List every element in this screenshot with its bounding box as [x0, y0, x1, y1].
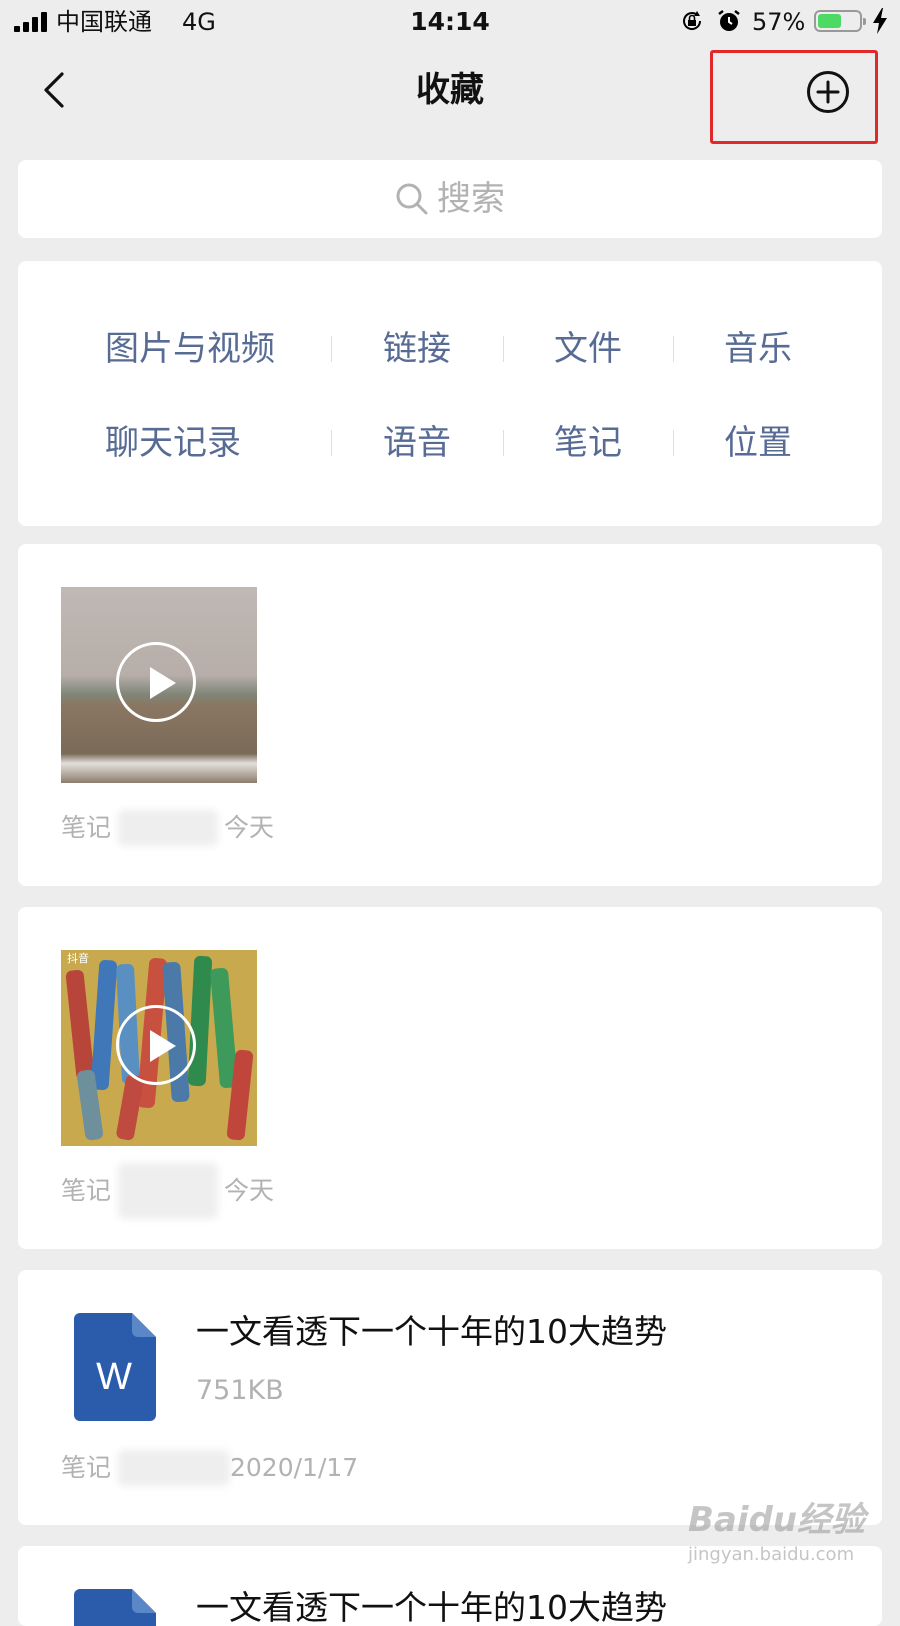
divider [673, 430, 674, 456]
item-date: 今天 [224, 813, 275, 842]
category-voice[interactable]: 语音 [383, 421, 451, 465]
favorite-item[interactable]: 抖音 笔记 今天 [18, 907, 882, 1249]
search-placeholder: 搜索 [437, 179, 505, 219]
category-files[interactable]: 文件 [554, 327, 622, 371]
divider [331, 336, 332, 362]
watermark-logo: Baidu经验 [688, 1500, 866, 1540]
divider [673, 336, 674, 362]
thumbnail-watermark: 抖音 [67, 952, 89, 965]
item-date: 今天 [224, 1176, 275, 1205]
file-title: 一文看透下一个十年的10大趋势 [196, 1588, 667, 1626]
search-input[interactable]: 搜索 [18, 160, 882, 238]
item-date: 2020/1/17 [230, 1453, 359, 1482]
category-notes[interactable]: 笔记 [554, 421, 622, 465]
charging-bolt-icon [873, 8, 887, 34]
item-tag: 笔记 [61, 1453, 112, 1482]
category-links[interactable]: 链接 [383, 327, 451, 371]
video-thumbnail[interactable]: 抖音 [61, 950, 257, 1146]
category-grid: 图片与视频 链接 文件 音乐 聊天记录 语音 笔记 位置 [18, 261, 882, 526]
favorite-item[interactable]: W 一文看透下一个十年的10大趋势 751KB 笔记 2020/1/17 [18, 1270, 882, 1525]
category-chat-history[interactable]: 聊天记录 [105, 421, 241, 465]
play-icon [116, 642, 196, 722]
item-tag: 笔记 [61, 813, 112, 842]
item-tag: 笔记 [61, 1176, 112, 1205]
battery-percent: 57% [752, 8, 806, 36]
highlight-annotation [710, 50, 878, 144]
baidu-watermark: Baidu经验 jingyan.baidu.com [688, 1500, 878, 1590]
divider [331, 430, 332, 456]
favorite-item[interactable]: 笔记 今天 [18, 544, 882, 886]
redacted-source [118, 1163, 218, 1219]
play-icon [116, 1005, 196, 1085]
status-bar: 中国联通 4G 14:14 57% [0, 0, 900, 44]
category-photos-videos[interactable]: 图片与视频 [105, 327, 275, 371]
divider [503, 336, 504, 362]
word-file-icon: W [74, 1589, 156, 1626]
video-thumbnail[interactable] [61, 587, 257, 783]
word-file-icon: W [74, 1313, 156, 1421]
redacted-source [118, 1450, 230, 1486]
watermark-url: jingyan.baidu.com [688, 1544, 855, 1565]
category-music[interactable]: 音乐 [724, 327, 792, 371]
file-type-letter: W [96, 1356, 132, 1398]
category-location[interactable]: 位置 [724, 421, 792, 465]
divider [503, 430, 504, 456]
redacted-source [118, 810, 218, 846]
search-icon [396, 183, 428, 215]
file-title: 一文看透下一个十年的10大趋势 [196, 1312, 667, 1351]
file-size: 751KB [196, 1375, 284, 1406]
battery-icon [814, 10, 866, 32]
alarm-icon [718, 10, 740, 31]
rotation-lock-icon [683, 11, 702, 30]
